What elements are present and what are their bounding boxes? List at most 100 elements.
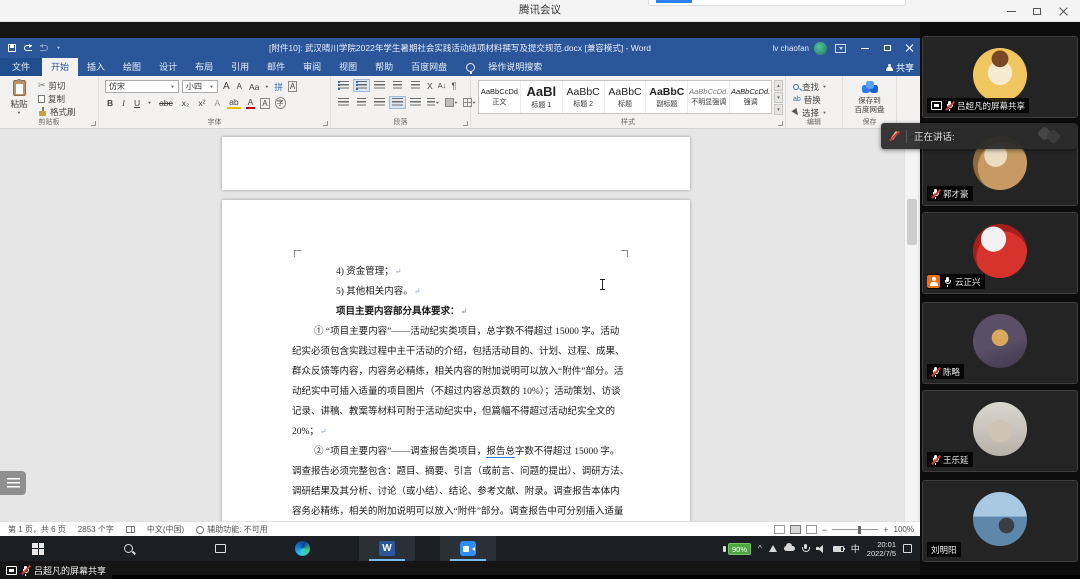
tab-baidu-netdisk[interactable]: 百度网盘: [402, 58, 456, 76]
word-count[interactable]: 2853 个字: [78, 524, 114, 535]
cut-button[interactable]: ✂剪切: [38, 79, 76, 92]
taskbar-search-button[interactable]: [100, 536, 156, 561]
action-center-icon[interactable]: [903, 544, 912, 553]
paragraph-dialog-launcher[interactable]: [463, 121, 468, 126]
tab-help[interactable]: 帮助: [366, 58, 402, 76]
microphone-tray-icon[interactable]: [802, 544, 809, 554]
font-dialog-launcher[interactable]: [323, 121, 328, 126]
redo-icon[interactable]: [40, 45, 48, 51]
start-button[interactable]: [10, 536, 66, 561]
tab-review[interactable]: 审阅: [294, 58, 330, 76]
sort-button[interactable]: A↓: [436, 81, 449, 90]
style-subtitle[interactable]: AaBbC副标题: [646, 81, 688, 113]
style-heading2[interactable]: AaBbC标题 2: [563, 81, 605, 113]
numbering-button[interactable]: [353, 79, 370, 92]
distribute-button[interactable]: [407, 96, 424, 109]
underline-button[interactable]: U: [132, 98, 142, 108]
scrollbar-thumb[interactable]: [907, 199, 917, 245]
share-button[interactable]: 共享: [886, 58, 914, 76]
character-border-button[interactable]: A: [288, 81, 297, 92]
user-avatar[interactable]: [814, 42, 827, 55]
subscript-button[interactable]: x₂: [180, 98, 192, 108]
zoom-out-button[interactable]: −: [822, 525, 827, 535]
font-color-button[interactable]: A: [246, 97, 256, 109]
web-layout-icon[interactable]: [806, 525, 817, 534]
superscript-button[interactable]: x²: [196, 98, 207, 108]
font-size-combo[interactable]: 小四▼: [182, 80, 218, 93]
participant-tile[interactable]: 云正兴: [922, 212, 1078, 294]
tab-view[interactable]: 视图: [330, 58, 366, 76]
tray-clock[interactable]: 20:012022/7/5: [867, 540, 896, 558]
tab-home[interactable]: 开始: [42, 58, 78, 76]
increase-indent-button[interactable]: [407, 79, 424, 92]
print-layout-icon[interactable]: [790, 525, 801, 534]
ime-indicator[interactable]: 中: [851, 542, 860, 555]
paste-dropdown-icon[interactable]: ▼: [5, 111, 33, 116]
text-effects-button[interactable]: A: [212, 98, 222, 108]
copy-button[interactable]: 复制: [38, 92, 76, 105]
proofing-icon[interactable]: [126, 526, 135, 533]
asian-layout-button[interactable]: X: [425, 81, 435, 91]
styles-scroll-down-icon[interactable]: ▼: [774, 92, 783, 103]
change-case-button[interactable]: Aa: [247, 82, 261, 92]
word-minimize-button[interactable]: [854, 38, 876, 58]
styles-scroll-up-icon[interactable]: ▲: [774, 80, 783, 91]
character-shading-button[interactable]: A: [260, 98, 269, 109]
participant-tile[interactable]: 刘明阳: [922, 480, 1078, 562]
tab-design[interactable]: 设计: [150, 58, 186, 76]
phonetic-guide-button[interactable]: 拼: [272, 81, 285, 93]
italic-button[interactable]: I: [120, 98, 127, 108]
find-button[interactable]: 查找▼: [793, 80, 827, 93]
clipboard-dialog-launcher[interactable]: [91, 121, 96, 126]
restore-button[interactable]: [1024, 2, 1050, 20]
styles-dialog-launcher[interactable]: [778, 121, 783, 126]
align-center-button[interactable]: [353, 96, 370, 109]
accessibility-status[interactable]: 辅助功能: 不可用: [207, 524, 267, 535]
edge-taskbar-button[interactable]: [274, 536, 330, 561]
tray-expand-button[interactable]: ^: [758, 544, 762, 553]
ribbon-display-options-icon[interactable]: [835, 44, 846, 53]
style-heading1[interactable]: AaBl标题 1: [521, 81, 563, 113]
decrease-indent-button[interactable]: [389, 79, 406, 92]
replace-button[interactable]: ab替换: [793, 93, 821, 106]
participant-tile[interactable]: 陈略: [922, 302, 1078, 384]
save-to-baidu-button[interactable]: 保存到百度网盘: [843, 81, 896, 114]
style-normal[interactable]: AaBbCcDd正文: [479, 81, 521, 113]
language-indicator[interactable]: 中文(中国): [147, 524, 184, 535]
undo-icon[interactable]: [24, 45, 32, 51]
speaker-icon[interactable]: [816, 545, 826, 553]
style-emphasis[interactable]: AaBbCcDd.强调: [730, 81, 771, 113]
word-taskbar-button[interactable]: W: [359, 536, 415, 561]
zoom-in-button[interactable]: +: [883, 525, 888, 535]
tab-draw[interactable]: 绘图: [114, 58, 150, 76]
shading-button[interactable]: ▼: [443, 96, 460, 109]
battery-icon[interactable]: [833, 546, 844, 552]
close-button[interactable]: [1050, 2, 1076, 20]
tab-references[interactable]: 引用: [222, 58, 258, 76]
enclose-characters-button[interactable]: 字: [275, 97, 286, 109]
save-icon[interactable]: [8, 44, 16, 52]
word-close-button[interactable]: [898, 38, 920, 58]
sidebar-toggle-handle[interactable]: [0, 471, 26, 495]
styles-gallery-more-icon[interactable]: ▼: [774, 104, 783, 115]
tell-me-search[interactable]: 操作说明搜索: [479, 58, 551, 76]
network-signal-icon[interactable]: [769, 545, 777, 552]
page-indicator[interactable]: 第 1 页，共 6 页: [8, 524, 66, 535]
align-left-button[interactable]: [335, 96, 352, 109]
strikethrough-button[interactable]: abc: [157, 98, 175, 108]
justify-button[interactable]: [389, 96, 406, 109]
qat-customize-icon[interactable]: ▼: [56, 46, 61, 51]
signed-in-user[interactable]: lv chaofan: [773, 44, 809, 53]
style-title[interactable]: AaBbC标题: [605, 81, 647, 113]
document-canvas[interactable]: 4) 资金管理；↵ 5) 其他相关内容。↵ 项目主要内容部分具体要求：↵ ① “…: [0, 129, 920, 521]
cloud-icon[interactable]: [784, 546, 795, 551]
show-marks-button[interactable]: ¶: [449, 81, 458, 91]
style-subtle-emphasis[interactable]: AaBbCcDd.不明显强调: [688, 81, 730, 113]
font-name-combo[interactable]: 仿宋▼: [105, 80, 179, 93]
zoom-slider[interactable]: [832, 529, 878, 530]
minimize-button[interactable]: [998, 2, 1024, 20]
meeting-taskbar-button[interactable]: [440, 536, 496, 561]
tab-file[interactable]: 文件: [0, 58, 42, 76]
grow-font-button[interactable]: A: [221, 81, 232, 92]
line-spacing-button[interactable]: ▼: [425, 96, 442, 109]
